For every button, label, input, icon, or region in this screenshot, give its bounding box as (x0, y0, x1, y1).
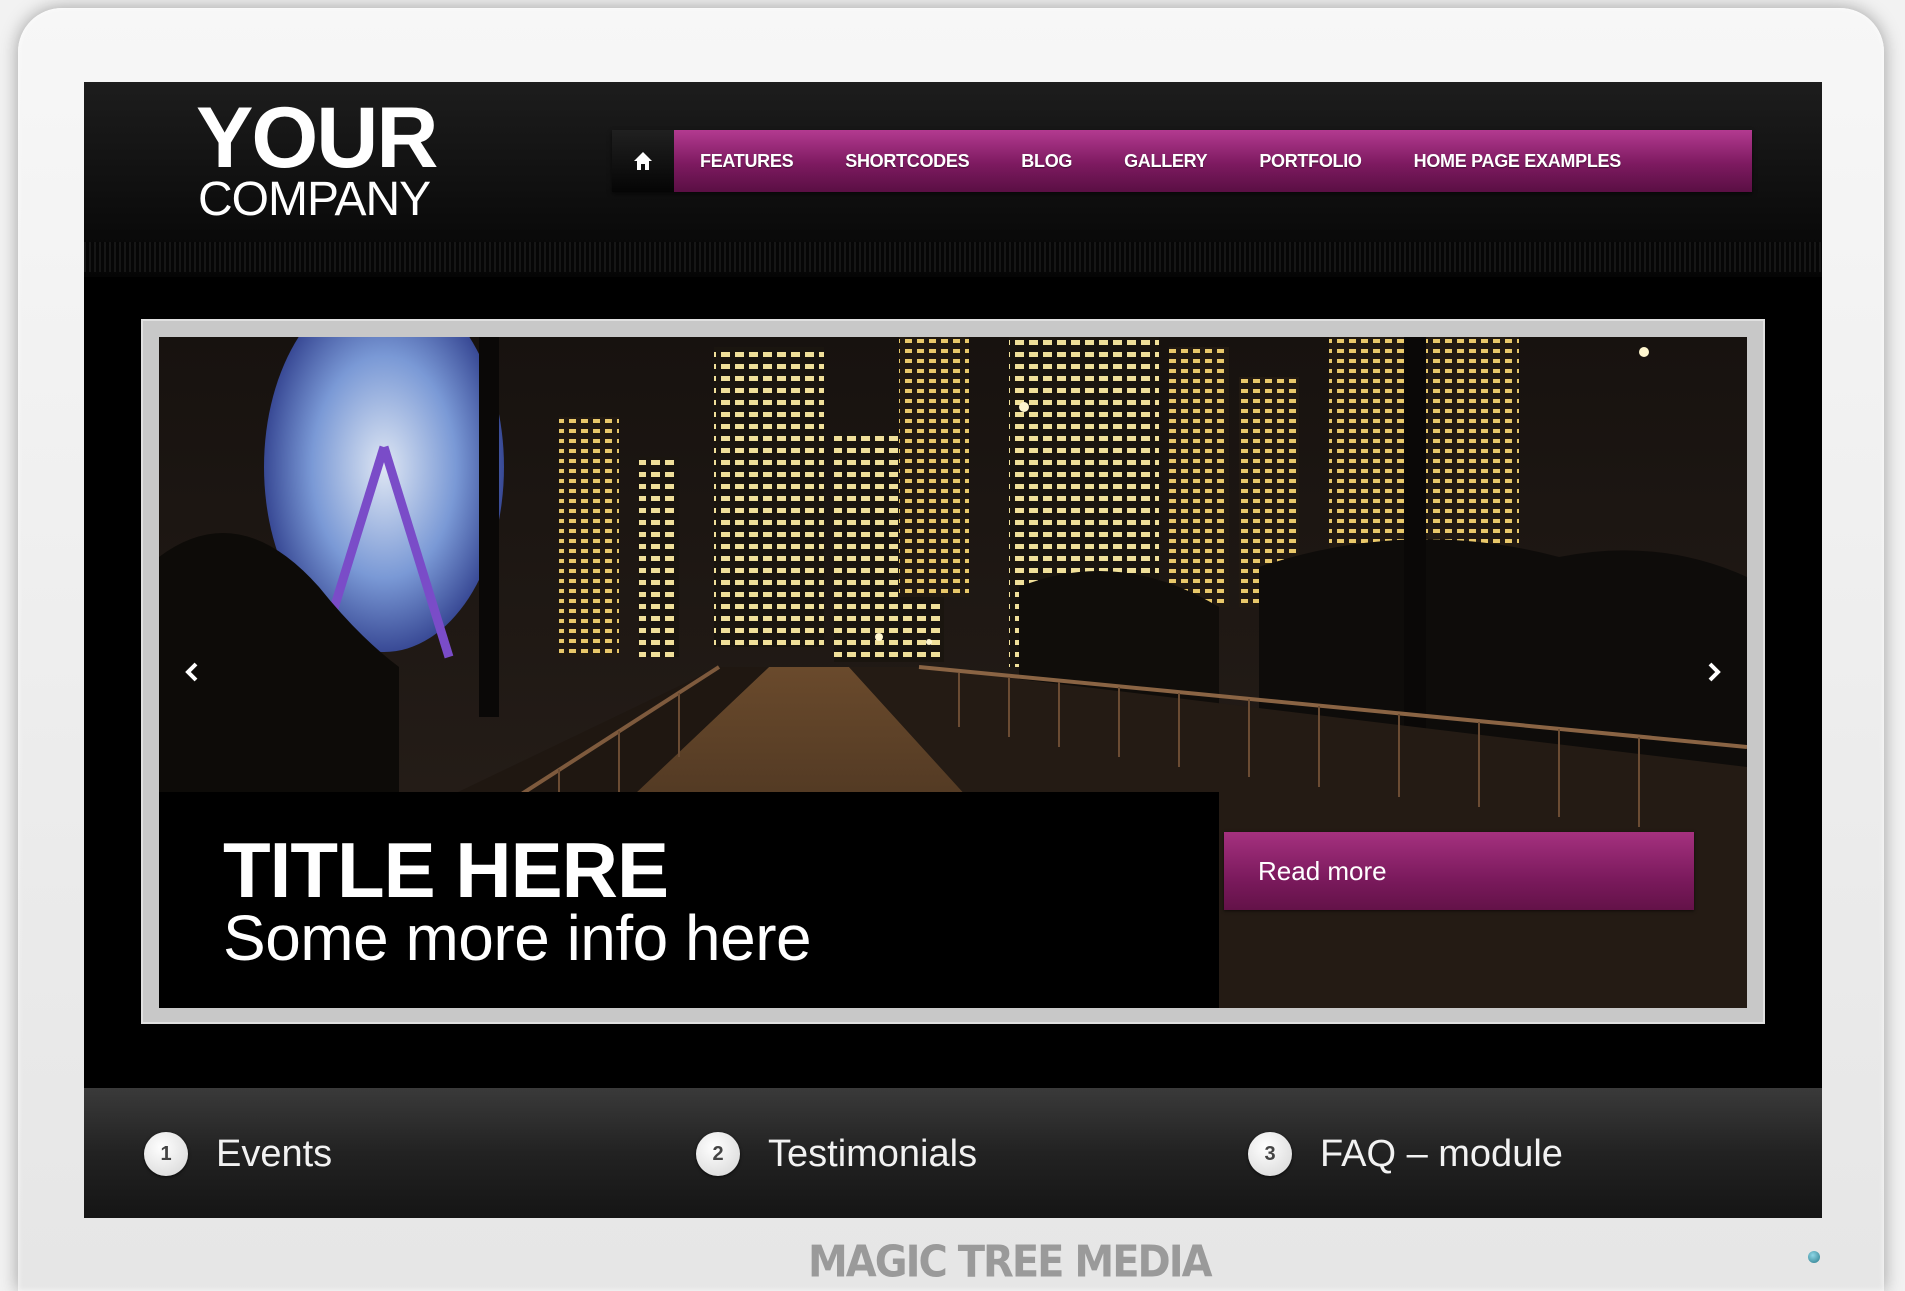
read-more-button[interactable]: Read more (1224, 832, 1694, 910)
tab-label: Events (216, 1132, 333, 1175)
tab-number-badge: 1 (144, 1132, 188, 1176)
chevron-right-icon (1708, 662, 1721, 682)
tab-faq-module[interactable]: 3 FAQ – module (1248, 1132, 1563, 1176)
watermark-text: MAGIC TREE MEDIA (808, 1236, 1213, 1288)
nav-item-features[interactable]: FEATURES (700, 151, 794, 172)
website-screen: YOUR COMPANY FEATURES SHORTCODES BLOG GA… (84, 82, 1822, 1218)
nav-item-portfolio[interactable]: PORTFOLIO (1259, 151, 1362, 172)
indicator-dot (1808, 1251, 1820, 1263)
slide: TITLE HERE Some more info here Read more (159, 337, 1747, 1008)
image-slider: TITLE HERE Some more info here Read more (141, 319, 1765, 1024)
nav-item-home-page-examples[interactable]: HOME PAGE EXAMPLES (1414, 151, 1622, 172)
slide-caption: TITLE HERE Some more info here (159, 792, 1219, 1008)
feature-tabs-bar: 1 Events 2 Testimonials 3 FAQ – module (84, 1088, 1822, 1218)
logo-line-top: YOUR (196, 90, 438, 186)
home-icon (634, 152, 652, 170)
site-header: YOUR COMPANY FEATURES SHORTCODES BLOG GA… (84, 82, 1822, 277)
slider-next-button[interactable] (1699, 657, 1729, 687)
chevron-left-icon (185, 662, 198, 682)
main-navigation: FEATURES SHORTCODES BLOG GALLERY PORTFOL… (612, 130, 1752, 192)
logo-line-bottom: COMPANY (198, 173, 431, 226)
tab-events[interactable]: 1 Events (144, 1132, 332, 1176)
tab-label: Testimonials (768, 1132, 978, 1175)
header-texture (84, 242, 1822, 272)
nav-item-shortcodes[interactable]: SHORTCODES (845, 151, 969, 172)
nav-item-gallery[interactable]: GALLERY (1124, 151, 1208, 172)
slide-subtitle: Some more info here (223, 902, 812, 974)
nav-item-blog[interactable]: BLOG (1021, 151, 1072, 172)
nav-home-button[interactable] (612, 130, 674, 192)
tab-testimonials[interactable]: 2 Testimonials (696, 1132, 977, 1176)
tab-label: FAQ – module (1320, 1132, 1563, 1175)
slide-title: TITLE HERE (223, 826, 669, 914)
tab-number-badge: 3 (1248, 1132, 1292, 1176)
slider-prev-button[interactable] (177, 657, 207, 687)
company-logo[interactable]: YOUR COMPANY (196, 90, 438, 226)
tab-number-badge: 2 (696, 1132, 740, 1176)
